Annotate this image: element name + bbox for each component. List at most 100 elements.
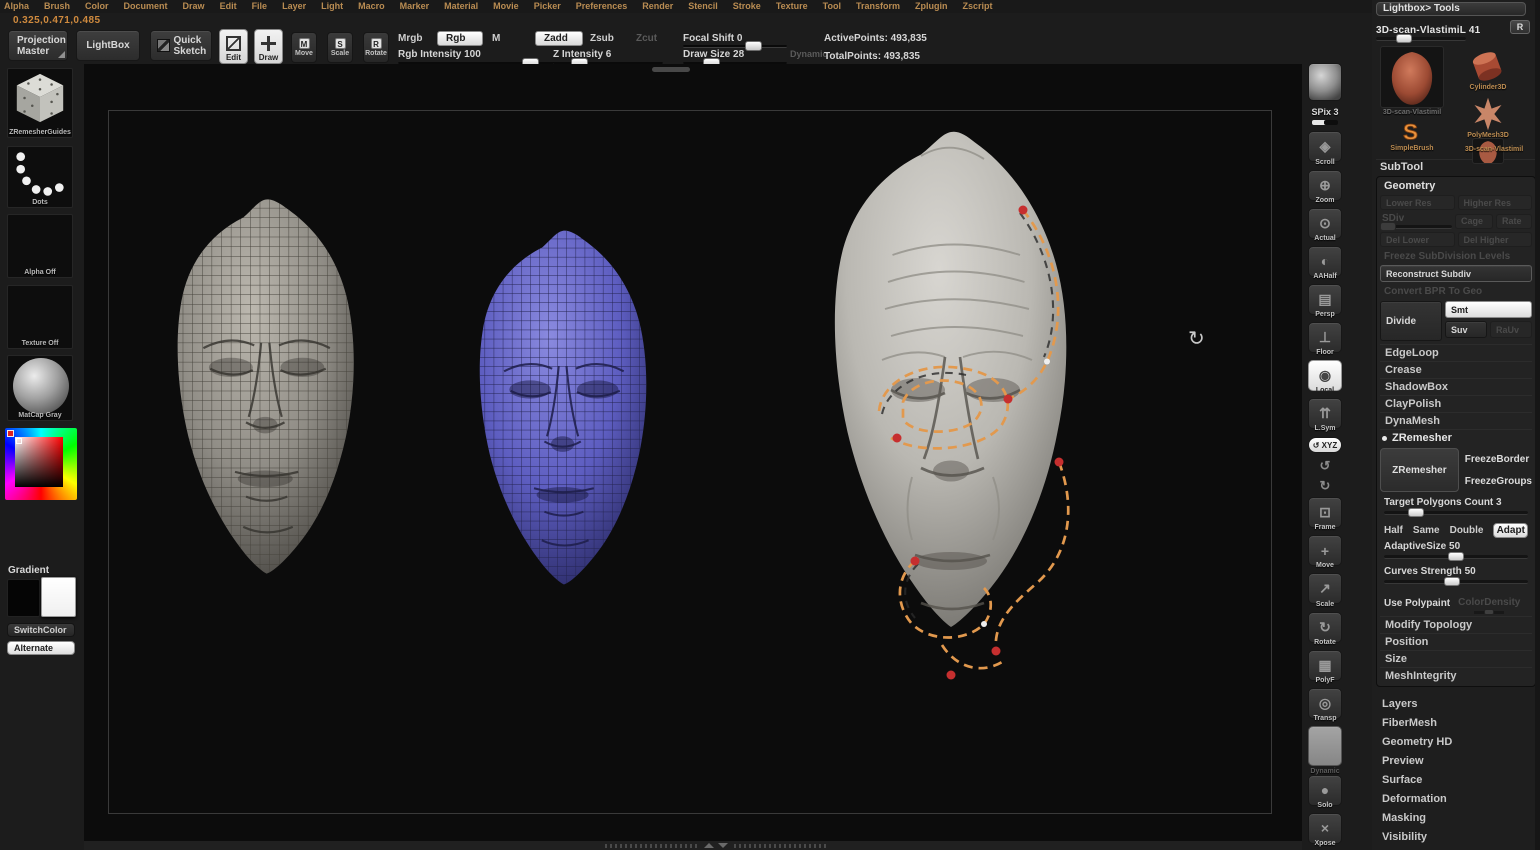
gradient-toggle[interactable]: Gradient [8, 565, 49, 576]
xyz-button[interactable]: XYZ [1306, 436, 1344, 456]
zremesher-button[interactable]: ZRemesher [1380, 448, 1459, 492]
subpalette-header[interactable]: Surface [1376, 771, 1536, 790]
geometry-group-header[interactable]: Size [1380, 650, 1532, 667]
draw-button[interactable]: Draw [254, 29, 283, 64]
menu-item[interactable]: Stencil [688, 1, 718, 13]
menu-item[interactable]: Edit [220, 1, 237, 13]
tool-panel-scrollbar[interactable] [1535, 0, 1540, 850]
adapt-toggle[interactable]: Adapt [1493, 523, 1528, 538]
same-button[interactable]: Same [1413, 525, 1440, 536]
spix-slider[interactable]: SPix 3 [1306, 104, 1344, 129]
menu-item[interactable]: Movie [493, 1, 519, 13]
bottom-tray-divider[interactable] [84, 841, 1302, 850]
canvas-scrollbar[interactable] [652, 67, 690, 72]
adaptive-size-knob[interactable] [1448, 552, 1464, 561]
current-tool-slider[interactable]: 3D-scan-VlastimiL 41 R [1376, 20, 1536, 44]
menu-item[interactable]: Document [124, 1, 168, 13]
spin-ccw-icon[interactable] [1306, 458, 1344, 476]
wireframe-head-gray[interactable] [125, 138, 400, 638]
menu-item[interactable]: Render [642, 1, 673, 13]
menu-item[interactable]: Zscript [963, 1, 993, 13]
geometry-group-header[interactable]: ShadowBox [1380, 378, 1532, 395]
curves-strength-knob[interactable] [1444, 577, 1460, 586]
geometry-group-header[interactable]: EdgeLoop [1380, 344, 1532, 361]
actual-button[interactable]: Actual [1306, 208, 1344, 244]
adaptive-size-slider[interactable] [1384, 555, 1528, 559]
use-polypaint-toggle[interactable]: Use Polypaint [1384, 598, 1450, 609]
half-button[interactable]: Half [1384, 525, 1403, 536]
scale-button-top[interactable]: S Scale [327, 32, 353, 63]
subpalette-header[interactable]: FiberMesh [1376, 714, 1536, 733]
divider-up-arrow[interactable] [704, 843, 714, 848]
scroll-button[interactable]: Scroll [1306, 131, 1344, 167]
frame-button[interactable]: Frame [1306, 497, 1344, 533]
dynamic-button[interactable]: Dynamic [1306, 726, 1344, 773]
alpha-selector[interactable]: Alpha Off [7, 214, 73, 278]
lsym-button[interactable]: L.Sym [1306, 398, 1344, 434]
lightbox-tools-header[interactable]: Lightbox> Tools [1376, 2, 1526, 16]
menu-item[interactable]: File [252, 1, 268, 13]
scale-button[interactable]: Scale [1306, 573, 1344, 609]
alternate-button[interactable]: Alternate [7, 641, 75, 655]
rotate-button-top[interactable]: R Rotate [363, 32, 389, 63]
move-button-top[interactable]: M Move [291, 32, 317, 63]
menu-item[interactable]: Macro [358, 1, 385, 13]
subpalette-header[interactable]: Geometry HD [1376, 733, 1536, 752]
geometry-group-header[interactable]: DynaMesh [1380, 412, 1532, 429]
tool-thumb-active-head[interactable] [1380, 46, 1444, 108]
spin-cw-icon[interactable] [1306, 478, 1344, 496]
brush-selector[interactable]: ZRemesherGuides [7, 68, 73, 138]
divide-button[interactable]: Divide [1380, 301, 1442, 341]
xpose-button[interactable]: Xpose [1306, 813, 1344, 849]
edit-button[interactable]: Edit [219, 29, 248, 64]
menu-item[interactable]: Light [321, 1, 343, 13]
suv-toggle[interactable]: Suv [1445, 321, 1487, 338]
divider-down-arrow[interactable] [718, 843, 728, 848]
menu-item[interactable]: Marker [400, 1, 430, 13]
material-preview-button[interactable] [1306, 63, 1344, 102]
focal-shift-slider[interactable] [683, 45, 787, 48]
tool-slider-track[interactable] [1376, 37, 1466, 41]
projection-master-button[interactable]: Projection Master [8, 30, 68, 61]
menu-item[interactable]: Draw [183, 1, 205, 13]
freeze-border-toggle[interactable]: FreezeBorder [1465, 454, 1532, 465]
subpalette-header[interactable]: Masking [1376, 809, 1536, 828]
zremesher-group-header[interactable]: ZRemesher [1380, 429, 1532, 446]
color-picker[interactable] [5, 428, 77, 500]
subpalette-header[interactable]: Layers [1376, 695, 1536, 714]
move-button[interactable]: Move [1306, 535, 1344, 571]
subpalette-header[interactable]: Preview [1376, 752, 1536, 771]
geometry-group-header[interactable]: ClayPolish [1380, 395, 1532, 412]
persp-button[interactable]: Persp [1306, 284, 1344, 320]
texture-selector[interactable]: Texture Off [7, 285, 73, 349]
curves-strength-slider[interactable] [1384, 580, 1528, 584]
menu-item[interactable]: Picker [534, 1, 561, 13]
stroke-selector[interactable]: Dots [7, 146, 73, 208]
lightbox-button[interactable]: LightBox [76, 30, 140, 61]
zsub-button[interactable]: Zsub [590, 33, 614, 44]
local-button[interactable]: Local [1306, 360, 1344, 396]
geometry-section-header[interactable]: Geometry [1380, 179, 1532, 195]
menu-item[interactable]: Color [85, 1, 109, 13]
menu-item[interactable]: Preferences [576, 1, 628, 13]
menu-item[interactable]: Material [444, 1, 478, 13]
geometry-group-header[interactable]: Modify Topology [1380, 616, 1532, 633]
wireframe-head-purple[interactable] [430, 160, 690, 658]
menu-item[interactable]: Layer [282, 1, 306, 13]
tool-slider-knob[interactable] [1396, 34, 1412, 43]
menu-item[interactable]: Stroke [733, 1, 761, 13]
tool-thumb-simplebrush[interactable]: S [1390, 118, 1430, 144]
menu-item[interactable]: Tool [823, 1, 841, 13]
rotate-gizmo-icon[interactable]: ↻ [1188, 326, 1205, 351]
secondary-color-swatch[interactable] [41, 577, 76, 617]
switch-color-button[interactable]: SwitchColor [7, 623, 75, 637]
quick-sketch-button[interactable]: Quick Sketch [150, 30, 212, 61]
aahalf-button[interactable]: AAHalf [1306, 246, 1344, 282]
floor-button[interactable]: Floor [1306, 322, 1344, 358]
subtool-section-header[interactable]: SubTool [1376, 159, 1536, 174]
focal-shift-knob[interactable] [745, 41, 762, 51]
menu-item[interactable]: Zplugin [915, 1, 948, 13]
geometry-group-header[interactable]: Position [1380, 633, 1532, 650]
dynamic-toggle[interactable]: Dynamic [790, 49, 828, 59]
double-button[interactable]: Double [1450, 525, 1484, 536]
